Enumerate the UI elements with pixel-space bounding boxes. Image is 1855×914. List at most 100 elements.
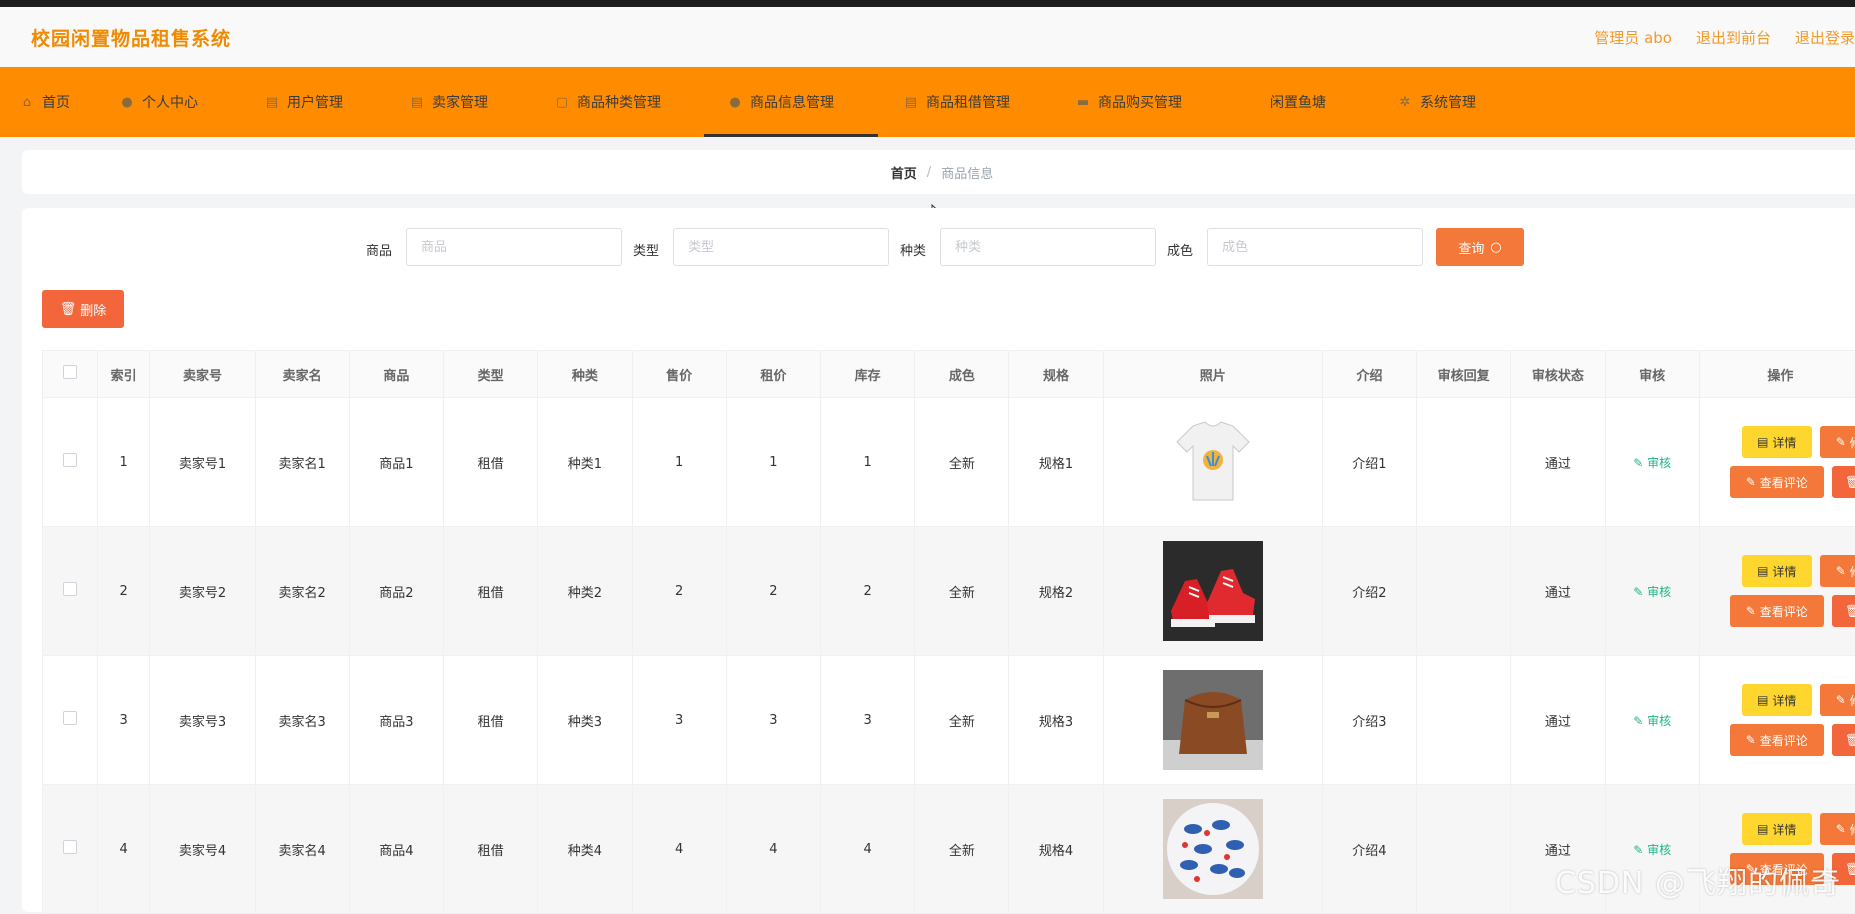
edit-label: 修改 xyxy=(1850,434,1855,451)
breadcrumb-home[interactable]: 首页 xyxy=(891,163,917,182)
select-all-checkbox[interactable] xyxy=(63,365,77,379)
pencil-icon: ✎ xyxy=(1633,456,1643,470)
pencil-icon: ✎ xyxy=(1746,604,1756,618)
cell-sale-price: 3 xyxy=(632,656,726,785)
nav-item-seller-management[interactable]: ▤ 卖家管理 xyxy=(392,67,537,137)
doc-icon: ▤ xyxy=(1757,693,1768,707)
cell-rent-price: 2 xyxy=(726,527,820,656)
audit-link[interactable]: ✎ 审核 xyxy=(1633,843,1671,857)
cell-index: 4 xyxy=(97,785,150,914)
cell-reply xyxy=(1417,785,1511,914)
nav-item-user-management[interactable]: ▤ 用户管理 xyxy=(247,67,392,137)
nav-item-rental-management[interactable]: ▤ 商品租借管理 xyxy=(878,67,1050,137)
delete-button[interactable]: 🗑删除 xyxy=(1832,595,1855,627)
product-photo-sneakers[interactable] xyxy=(1163,541,1263,641)
edit-button[interactable]: ✎修改 xyxy=(1820,426,1855,458)
home-icon: ⌂ xyxy=(20,95,34,110)
cell-index: 2 xyxy=(97,527,150,656)
edit-label: 修改 xyxy=(1850,821,1855,838)
cell-actions: ▤详情 ✎修改 ✎查看评论 🗑删除 xyxy=(1699,527,1855,656)
logout-link[interactable]: 退出登录 xyxy=(1795,27,1855,48)
cell-reply xyxy=(1417,398,1511,527)
comments-label: 查看评论 xyxy=(1760,732,1808,749)
view-comments-button[interactable]: ✎查看评论 xyxy=(1730,466,1824,498)
detail-button[interactable]: ▤详情 xyxy=(1742,813,1812,845)
edit-label: 修改 xyxy=(1850,563,1855,580)
nav-item-idle-pond[interactable]: 闲置鱼塘 xyxy=(1222,67,1372,137)
detail-label: 详情 xyxy=(1772,434,1796,451)
column-header: 种类 xyxy=(538,351,632,398)
cell-condition: 全新 xyxy=(915,527,1009,656)
cell-product: 商品2 xyxy=(349,527,443,656)
column-header: 索引 xyxy=(97,351,150,398)
bulk-delete-button[interactable]: 🗑 删除 xyxy=(42,290,124,328)
search-form: 商品 类型 种类 成色 查询 ○ xyxy=(22,228,1855,270)
user-icon: ● xyxy=(728,95,742,110)
column-header: 库存 xyxy=(820,351,914,398)
nav-item-purchase-management[interactable]: ▬ 商品购买管理 xyxy=(1050,67,1222,137)
cell-spec: 规格1 xyxy=(1009,398,1103,527)
table-row: 1 卖家号1 卖家名1 商品1 租借 种类1 1 1 1 全新 规格1 xyxy=(43,398,1855,527)
search-input-condition[interactable] xyxy=(1207,228,1423,266)
exit-to-front-link[interactable]: 退出到前台 xyxy=(1696,27,1771,48)
search-input-product[interactable] xyxy=(406,228,622,266)
view-comments-button[interactable]: ✎查看评论 xyxy=(1730,595,1824,627)
detail-button[interactable]: ▤详情 xyxy=(1742,555,1812,587)
delete-button[interactable]: 🗑删除 xyxy=(1832,724,1855,756)
detail-button[interactable]: ▤详情 xyxy=(1742,684,1812,716)
cell-seller-name: 卖家名1 xyxy=(255,398,349,527)
search-label-type: 类型 xyxy=(633,240,659,259)
nav-item-home[interactable]: ⌂ 首页 xyxy=(0,67,102,137)
column-header: 卖家号 xyxy=(150,351,255,398)
edit-button[interactable]: ✎修改 xyxy=(1820,555,1855,587)
product-photo-bag[interactable] xyxy=(1163,670,1263,770)
cell-intro: 介绍2 xyxy=(1322,527,1416,656)
column-header: 卖家名 xyxy=(255,351,349,398)
cell-audit: ✎ 审核 xyxy=(1605,398,1699,527)
query-button[interactable]: 查询 ○ xyxy=(1436,228,1524,266)
cell-status: 通过 xyxy=(1511,656,1605,785)
pencil-icon: ✎ xyxy=(1746,733,1756,747)
cell-category: 种类2 xyxy=(538,527,632,656)
nav-label: 系统管理 xyxy=(1420,92,1476,112)
detail-button[interactable]: ▤详情 xyxy=(1742,426,1812,458)
admin-label[interactable]: 管理员 abo xyxy=(1594,27,1672,48)
edit-button[interactable]: ✎修改 xyxy=(1820,684,1855,716)
cell-spec: 规格2 xyxy=(1009,527,1103,656)
cell-status: 通过 xyxy=(1511,398,1605,527)
nav-item-product-info[interactable]: ● 商品信息管理 xyxy=(704,67,878,137)
cell-type: 租借 xyxy=(444,785,538,914)
search-input-category[interactable] xyxy=(940,228,1156,266)
breadcrumb: 首页 / 商品信息 xyxy=(22,150,1855,194)
cell-product: 商品3 xyxy=(349,656,443,785)
pencil-icon: ✎ xyxy=(1633,585,1643,599)
view-comments-button[interactable]: ✎ 查看评论 xyxy=(1730,724,1824,756)
search-input-type[interactable] xyxy=(673,228,889,266)
row-checkbox[interactable] xyxy=(63,711,77,725)
row-checkbox[interactable] xyxy=(63,582,77,596)
nav-item-category-management[interactable]: ▢ 商品种类管理 xyxy=(537,67,704,137)
delete-button[interactable]: 🗑删除 xyxy=(1832,466,1855,498)
doc-icon: ▤ xyxy=(410,95,424,110)
row-checkbox[interactable] xyxy=(63,840,77,854)
doc-icon: ▤ xyxy=(904,95,918,110)
audit-link[interactable]: ✎ 审核 xyxy=(1633,585,1671,599)
column-header: 审核回复 xyxy=(1417,351,1511,398)
cell-index: 1 xyxy=(97,398,150,527)
column-header: 商品 xyxy=(349,351,443,398)
row-checkbox[interactable] xyxy=(63,453,77,467)
nav-item-personal-center[interactable]: ● 个人中心 xyxy=(102,67,247,137)
bulk-delete-label: 删除 xyxy=(80,300,106,319)
product-photo-tshirt[interactable] xyxy=(1163,412,1263,512)
cell-condition: 全新 xyxy=(915,785,1009,914)
product-photo-candies[interactable] xyxy=(1163,799,1263,899)
nav-item-system-management[interactable]: ✲ 系统管理 xyxy=(1372,67,1522,137)
audit-link[interactable]: ✎ 审核 xyxy=(1633,456,1671,470)
audit-link[interactable]: ✎ 审核 xyxy=(1633,714,1671,728)
nav-label: 个人中心 xyxy=(142,92,198,112)
cell-rent-price: 1 xyxy=(726,398,820,527)
query-label: 查询 xyxy=(1458,238,1484,257)
cell-index: 3 xyxy=(97,656,150,785)
nav-label: 商品租借管理 xyxy=(926,92,1010,112)
edit-button[interactable]: ✎修改 xyxy=(1820,813,1855,845)
